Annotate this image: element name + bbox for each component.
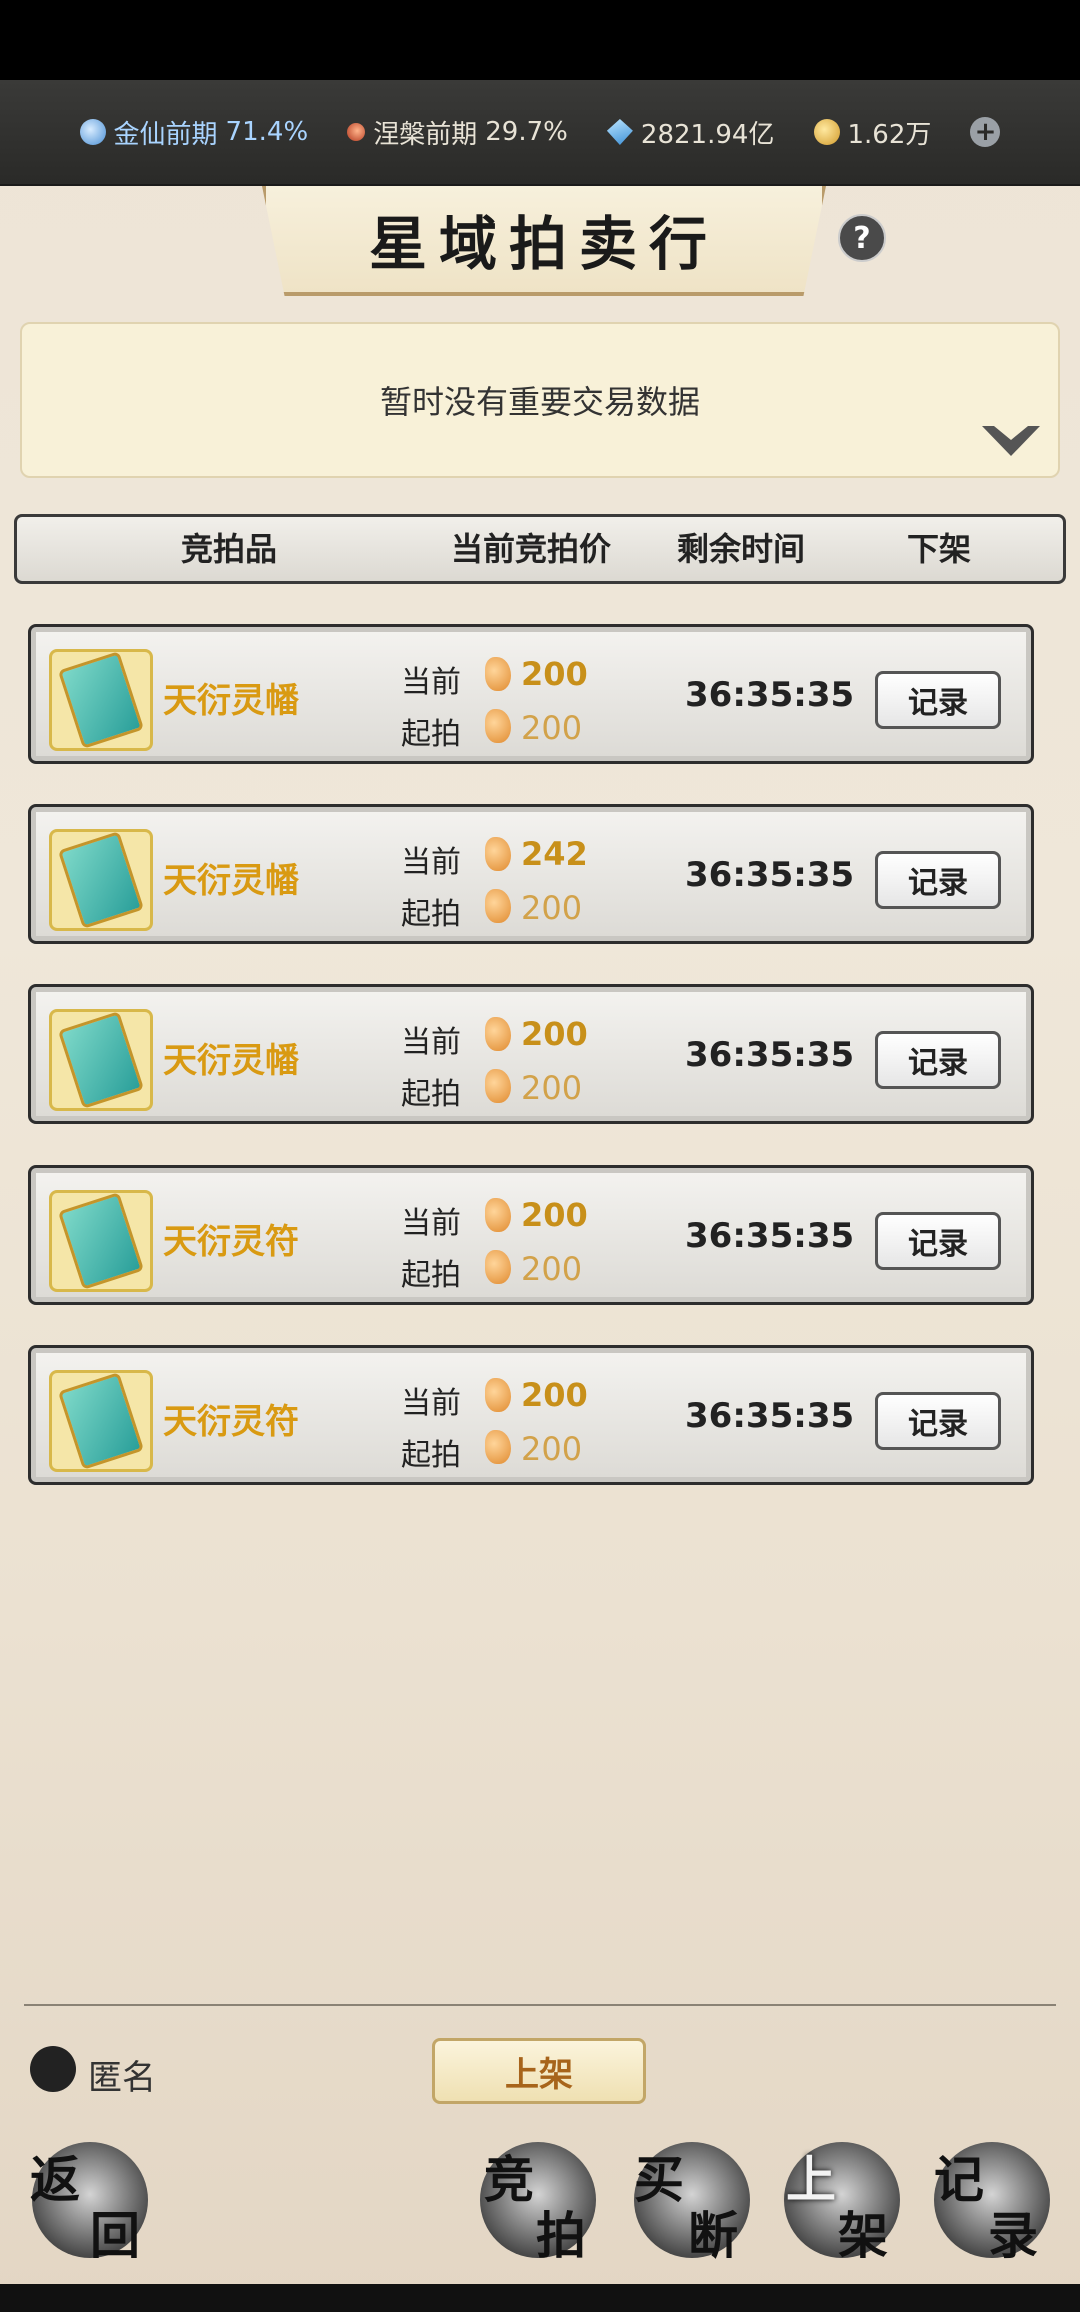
bottom-edge bbox=[0, 2284, 1080, 2312]
current-label: 当前 bbox=[401, 665, 461, 700]
page-title: 星域拍卖行 bbox=[368, 210, 719, 278]
gold-balance: 1.62万 bbox=[813, 114, 931, 151]
remaining-time: 36:35:35 bbox=[685, 855, 855, 895]
anonymous-label: 匿名 bbox=[88, 2058, 156, 2098]
current-label: 当前 bbox=[401, 1025, 461, 1060]
auction-row: 天衍灵幡 当前 242 起拍 200 36:35:35 记录 bbox=[28, 804, 1034, 944]
header-item: 竞拍品 bbox=[181, 530, 278, 568]
spirit-coin-icon bbox=[485, 1430, 511, 1464]
spirit-coin-icon bbox=[485, 889, 511, 923]
item-banner-icon[interactable] bbox=[49, 829, 153, 931]
current-label: 当前 bbox=[401, 1206, 461, 1241]
item-talisman-icon[interactable] bbox=[49, 1190, 153, 1292]
system-status-bar bbox=[0, 0, 1080, 80]
item-talisman-icon[interactable] bbox=[49, 1370, 153, 1472]
record-button[interactable]: 记录 bbox=[875, 1031, 1001, 1089]
nirvana-icon bbox=[343, 119, 369, 145]
remaining-time: 36:35:35 bbox=[685, 1035, 855, 1075]
page-title-plaque: 星域拍卖行 bbox=[262, 186, 826, 296]
item-name: 天衍灵符 bbox=[163, 1222, 299, 1262]
spirit-coin-icon bbox=[485, 1017, 511, 1051]
header-price: 当前竞拍价 bbox=[451, 530, 612, 568]
remaining-time: 36:35:35 bbox=[685, 1396, 855, 1436]
auction-row: 天衍灵符 当前 200 起拍 200 36:35:35 记录 bbox=[28, 1345, 1034, 1485]
remaining-time: 36:35:35 bbox=[685, 675, 855, 715]
record-button[interactable]: 记录 bbox=[875, 671, 1001, 729]
current-price: 200 bbox=[521, 655, 588, 693]
item-banner-icon[interactable] bbox=[49, 649, 153, 751]
spirit-coin-icon bbox=[485, 657, 511, 691]
gem-icon bbox=[606, 119, 633, 145]
auction-row: 天衍灵幡 当前 200 起拍 200 36:35:35 记录 bbox=[28, 984, 1034, 1124]
table-header: 竞拍品 当前竞拍价 剩余时间 下架 bbox=[14, 514, 1066, 584]
spirit-coin-icon bbox=[485, 1069, 511, 1103]
current-price: 200 bbox=[521, 1196, 588, 1234]
start-label: 起拍 bbox=[401, 1077, 461, 1112]
spirit-coin-icon bbox=[485, 709, 511, 743]
current-price: 242 bbox=[521, 835, 588, 873]
start-label: 起拍 bbox=[401, 897, 461, 932]
realm-progress-1: 金仙前期 71.4% bbox=[79, 114, 308, 151]
item-name: 天衍灵幡 bbox=[163, 681, 299, 721]
record-button[interactable]: 记录 bbox=[875, 851, 1001, 909]
current-price: 200 bbox=[521, 1376, 588, 1414]
gem-balance: 2821.94亿 bbox=[606, 114, 774, 151]
start-price: 200 bbox=[521, 1430, 583, 1468]
auction-row: 天衍灵符 当前 200 起拍 200 36:35:35 记录 bbox=[28, 1165, 1034, 1305]
start-price: 200 bbox=[521, 1250, 583, 1288]
realm-orb-icon bbox=[79, 119, 106, 145]
record-button[interactable]: 记录 bbox=[875, 1212, 1001, 1270]
resource-bar: 金仙前期 71.4% 涅槃前期 29.7% 2821.94亿 1.62万 + bbox=[0, 80, 1080, 186]
notice-text: 暂时没有重要交易数据 bbox=[379, 383, 700, 421]
gold-coin-icon bbox=[813, 119, 840, 145]
item-banner-icon[interactable] bbox=[49, 1009, 153, 1111]
trade-notice-panel[interactable]: 暂时没有重要交易数据 bbox=[20, 322, 1060, 478]
anonymous-toggle[interactable] bbox=[30, 2046, 76, 2092]
help-button[interactable]: ? bbox=[838, 214, 886, 262]
chevron-down-icon[interactable] bbox=[982, 426, 1040, 456]
spirit-coin-icon bbox=[485, 1198, 511, 1232]
current-price: 200 bbox=[521, 1015, 588, 1053]
realm-progress-2: 涅槃前期 29.7% bbox=[343, 114, 568, 151]
start-price: 200 bbox=[521, 1069, 583, 1107]
start-price: 200 bbox=[521, 709, 583, 747]
header-delist: 下架 bbox=[907, 530, 972, 568]
start-label: 起拍 bbox=[401, 717, 461, 752]
spirit-coin-icon bbox=[485, 1250, 511, 1284]
start-label: 起拍 bbox=[401, 1258, 461, 1293]
start-price: 200 bbox=[521, 889, 583, 927]
item-name: 天衍灵幡 bbox=[163, 861, 299, 901]
remaining-time: 36:35:35 bbox=[685, 1216, 855, 1256]
item-name: 天衍灵符 bbox=[163, 1402, 299, 1442]
footer-divider bbox=[24, 2004, 1056, 2006]
spirit-coin-icon bbox=[485, 837, 511, 871]
current-label: 当前 bbox=[401, 1386, 461, 1421]
list-item-button[interactable]: 上架 bbox=[432, 2038, 646, 2104]
header-time: 剩余时间 bbox=[677, 530, 806, 568]
spirit-coin-icon bbox=[485, 1378, 511, 1412]
plus-icon[interactable]: + bbox=[970, 117, 1001, 147]
item-name: 天衍灵幡 bbox=[163, 1041, 299, 1081]
start-label: 起拍 bbox=[401, 1438, 461, 1473]
auction-row: 天衍灵幡 当前 200 起拍 200 36:35:35 记录 bbox=[28, 624, 1034, 764]
record-button[interactable]: 记录 bbox=[875, 1392, 1001, 1450]
current-label: 当前 bbox=[401, 845, 461, 880]
